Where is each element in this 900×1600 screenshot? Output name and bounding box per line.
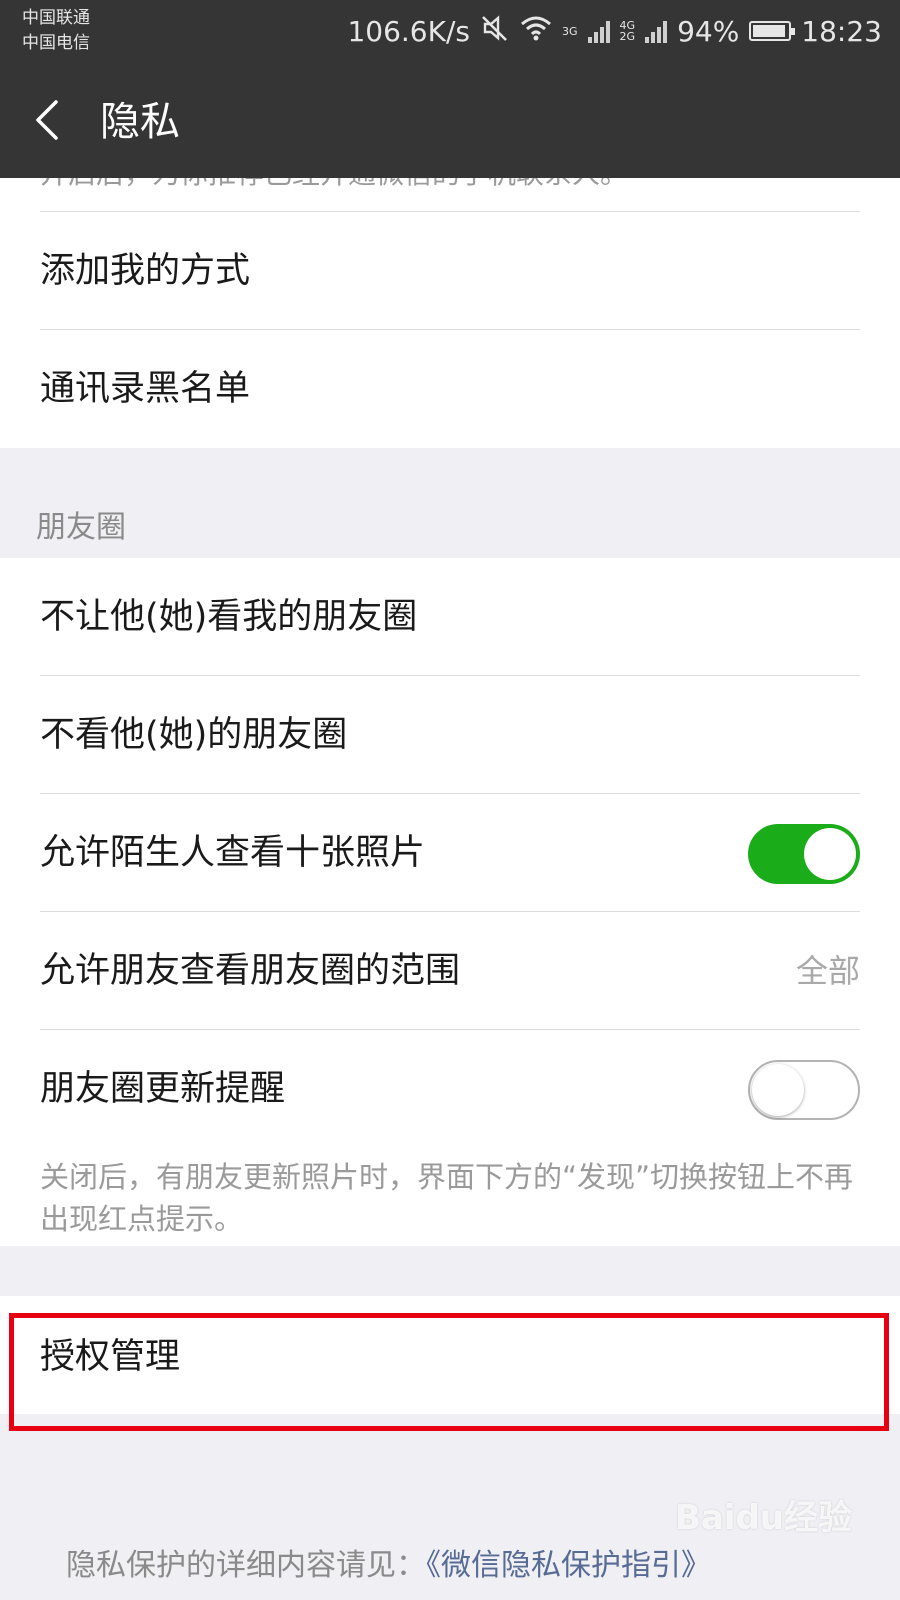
- moments-update-reminder-label: 朋友圈更新提醒: [40, 1069, 286, 1109]
- stranger-ten-photos-label: 允许陌生人查看十张照片: [40, 833, 426, 873]
- battery-icon: [749, 21, 796, 41]
- signal-icon: [645, 19, 668, 43]
- moments-range-value: 全部: [795, 952, 860, 990]
- toggle-knob: [752, 1064, 804, 1116]
- add-me-methods-label: 添加我的方式: [40, 251, 251, 291]
- baidu-watermark: Baidu经验: [674, 1498, 852, 1538]
- contacts-blacklist-item[interactable]: 通讯录黑名单: [0, 330, 900, 448]
- nav-bar: 隐私: [0, 62, 900, 178]
- moments-section-header: 朋友圈: [36, 510, 126, 545]
- hide-their-moments-item[interactable]: 不看他(她)的朋友圈: [0, 676, 900, 794]
- cut-description: 开启后，为你推荐已经开通微信的手机联系人。: [0, 178, 900, 212]
- moments-update-reminder-item: 朋友圈更新提醒: [0, 1030, 900, 1148]
- status-bar: 中国联通 中国电信 106.6K/s 3G 4G 2G 94% 18:23: [0, 0, 900, 62]
- moments-range-item[interactable]: 允许朋友查看朋友圈的范围 全部: [0, 912, 900, 1030]
- chevron-left-icon: [36, 100, 58, 140]
- moments-range-label: 允许朋友查看朋友圈的范围: [40, 951, 461, 991]
- net-speed: 106.6K/s: [347, 14, 470, 48]
- privacy-footer: 隐私保护的详细内容请见：《微信隐私保护指引》: [66, 1540, 711, 1584]
- cut-description-text: 开启后，为你推荐已经开通微信的手机联系人。: [40, 178, 628, 192]
- network-type-1: 3G: [562, 26, 578, 37]
- hide-their-moments-label: 不看他(她)的朋友圈: [40, 715, 348, 755]
- contacts-group: 开启后，为你推荐已经开通微信的手机联系人。 添加我的方式 通讯录黑名单: [0, 178, 900, 448]
- back-button[interactable]: [22, 90, 78, 150]
- page-title: 隐私: [100, 99, 180, 145]
- clock: 18:23: [801, 14, 882, 48]
- net-label-2g: 2G: [619, 30, 636, 43]
- mute-icon: [480, 13, 510, 50]
- carrier-2: 中国电信: [22, 33, 90, 53]
- privacy-guide-link[interactable]: 《微信隐私保护指引》: [426, 1548, 711, 1583]
- footer-text: 隐私保护的详细内容请见：: [66, 1548, 426, 1583]
- battery-fill: [753, 25, 786, 37]
- toggle-knob: [804, 828, 856, 880]
- signal-icon: [587, 19, 610, 43]
- carrier-info: 中国联通 中国电信: [22, 6, 90, 56]
- moments-group: 不让他(她)看我的朋友圈 不看他(她)的朋友圈 允许陌生人查看十张照片 允许朋友…: [0, 558, 900, 1246]
- hide-my-moments-label: 不让他(她)看我的朋友圈: [40, 597, 418, 637]
- hide-my-moments-item[interactable]: 不让他(她)看我的朋友圈: [0, 558, 900, 676]
- moments-update-reminder-toggle[interactable]: [748, 1060, 860, 1120]
- add-me-methods-item[interactable]: 添加我的方式: [0, 212, 900, 330]
- wifi-icon: [520, 14, 552, 49]
- network-type-2: 4G 2G: [620, 20, 636, 42]
- battery-percent: 94%: [677, 14, 740, 48]
- status-indicators: 106.6K/s 3G 4G 2G 94% 18:23: [347, 10, 882, 52]
- contacts-blacklist-label: 通讯录黑名单: [40, 369, 251, 409]
- net-label-3g: 3G: [562, 24, 578, 38]
- carrier-1: 中国联通: [22, 8, 90, 28]
- highlight-box: [9, 1313, 889, 1431]
- moments-reminder-hint: 关闭后，有朋友更新照片时，界面下方的“发现”切换按钮上不再出现红点提示。: [40, 1160, 854, 1236]
- stranger-ten-photos-item: 允许陌生人查看十张照片: [0, 794, 900, 912]
- stranger-ten-photos-toggle[interactable]: [748, 824, 860, 884]
